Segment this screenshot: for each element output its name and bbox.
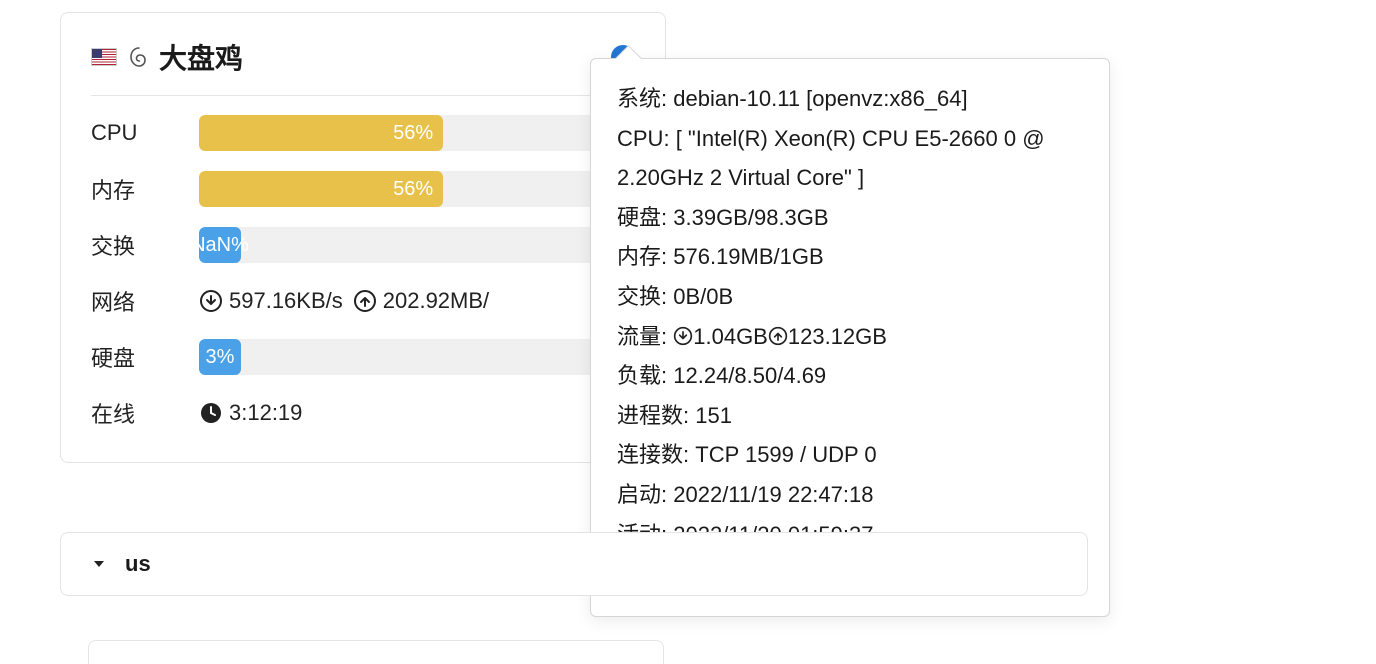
upload-icon (353, 289, 377, 313)
tooltip-disk: 硬盘: 3.39GB/98.3GB (617, 198, 1083, 238)
row-cpu: CPU 56% (91, 110, 635, 156)
label-net: 网络 (91, 285, 199, 317)
swap-bar-fill: NaN% (199, 227, 241, 263)
disk-bar: 3% (199, 339, 635, 375)
group-label: us (125, 551, 151, 577)
tooltip-traffic: 流量: 1.04GB123.12GB (617, 317, 1083, 357)
label-online: 在线 (91, 397, 199, 429)
mem-bar-fill: 56% (199, 171, 443, 207)
group-panel-us[interactable]: us (60, 532, 1088, 596)
net-up-value: 202.92MB/ (383, 288, 489, 314)
disk-bar-fill: 3% (199, 339, 241, 375)
tooltip-mem: 内存: 576.19MB/1GB (617, 237, 1083, 277)
tooltip-conn: 连接数: TCP 1599 / UDP 0 (617, 435, 1083, 475)
caret-down-icon (91, 556, 107, 572)
tooltip-load: 负载: 12.24/8.50/4.69 (617, 356, 1083, 396)
mem-bar: 56% (199, 171, 635, 207)
nested-card-peek (88, 640, 664, 664)
row-swap: 交换 NaN% (91, 222, 635, 268)
tooltip-system: 系统: debian-10.11 [openvz:x86_64] (617, 79, 1083, 119)
label-swap: 交换 (91, 229, 199, 261)
download-icon (199, 289, 223, 313)
download-icon (673, 326, 693, 346)
server-title: 大盘鸡 (159, 37, 611, 77)
upload-icon (768, 326, 788, 346)
tooltip-cpu: CPU: [ "Intel(R) Xeon(R) CPU E5-2660 0 @… (617, 119, 1083, 198)
row-net: 网络 597.16KB/s 202.92MB/ (91, 278, 635, 324)
label-mem: 内存 (91, 173, 199, 205)
tooltip-swap: 交换: 0B/0B (617, 277, 1083, 317)
cpu-bar: 56% (199, 115, 635, 151)
flag-us-icon (91, 48, 117, 66)
swap-bar: NaN% (199, 227, 635, 263)
online-value: 3:12:19 (229, 400, 302, 426)
cpu-bar-fill: 56% (199, 115, 443, 151)
server-card: 大盘鸡 i CPU 56% 内存 56% 交换 (60, 12, 666, 463)
row-disk: 硬盘 3% (91, 334, 635, 380)
row-online: 在线 3:12:19 (91, 390, 635, 436)
card-header: 大盘鸡 i (91, 37, 635, 96)
tooltip-boot: 启动: 2022/11/19 22:47:18 (617, 475, 1083, 515)
debian-icon (127, 45, 151, 69)
tooltip-proc: 进程数: 151 (617, 396, 1083, 436)
label-disk: 硬盘 (91, 341, 199, 373)
net-down-value: 597.16KB/s (229, 288, 343, 314)
label-cpu: CPU (91, 120, 199, 146)
row-mem: 内存 56% (91, 166, 635, 212)
clock-icon (199, 401, 223, 425)
